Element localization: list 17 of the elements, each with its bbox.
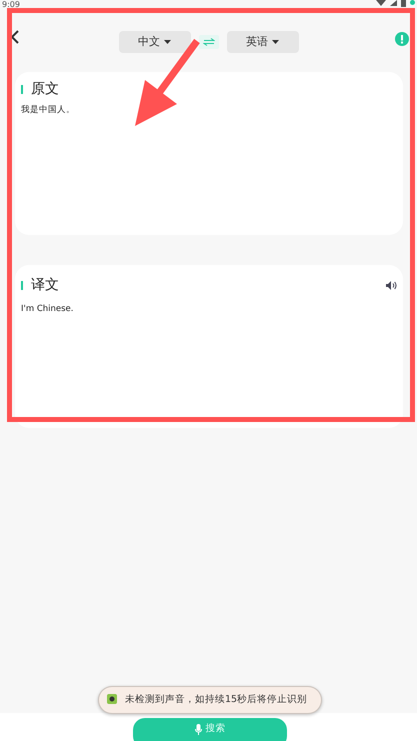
microphone-icon: [194, 724, 202, 734]
signal-icon: [390, 0, 397, 6]
battery-icon: [401, 0, 406, 7]
panel-title: 译文: [31, 276, 59, 294]
panel-text: I'm Chinese.: [21, 303, 74, 316]
accent-bar-icon: [21, 84, 23, 94]
language-dropdown[interactable]: 中文: [118, 31, 190, 53]
panel-text: 我是中国人。: [21, 104, 76, 117]
language-dropdown[interactable]: 英语: [226, 31, 298, 53]
notification-dot-icon: [410, 0, 415, 5]
caret-icon: [164, 40, 171, 44]
toast-message: 未检测到声音，如持续15秒后将停止识别: [125, 692, 308, 707]
status-time: 9:09: [2, 0, 20, 9]
caret-icon: [272, 40, 279, 44]
wifi-icon: [376, 0, 386, 6]
panel-title: 原文: [31, 80, 59, 98]
accent-bar-icon: [21, 280, 23, 290]
